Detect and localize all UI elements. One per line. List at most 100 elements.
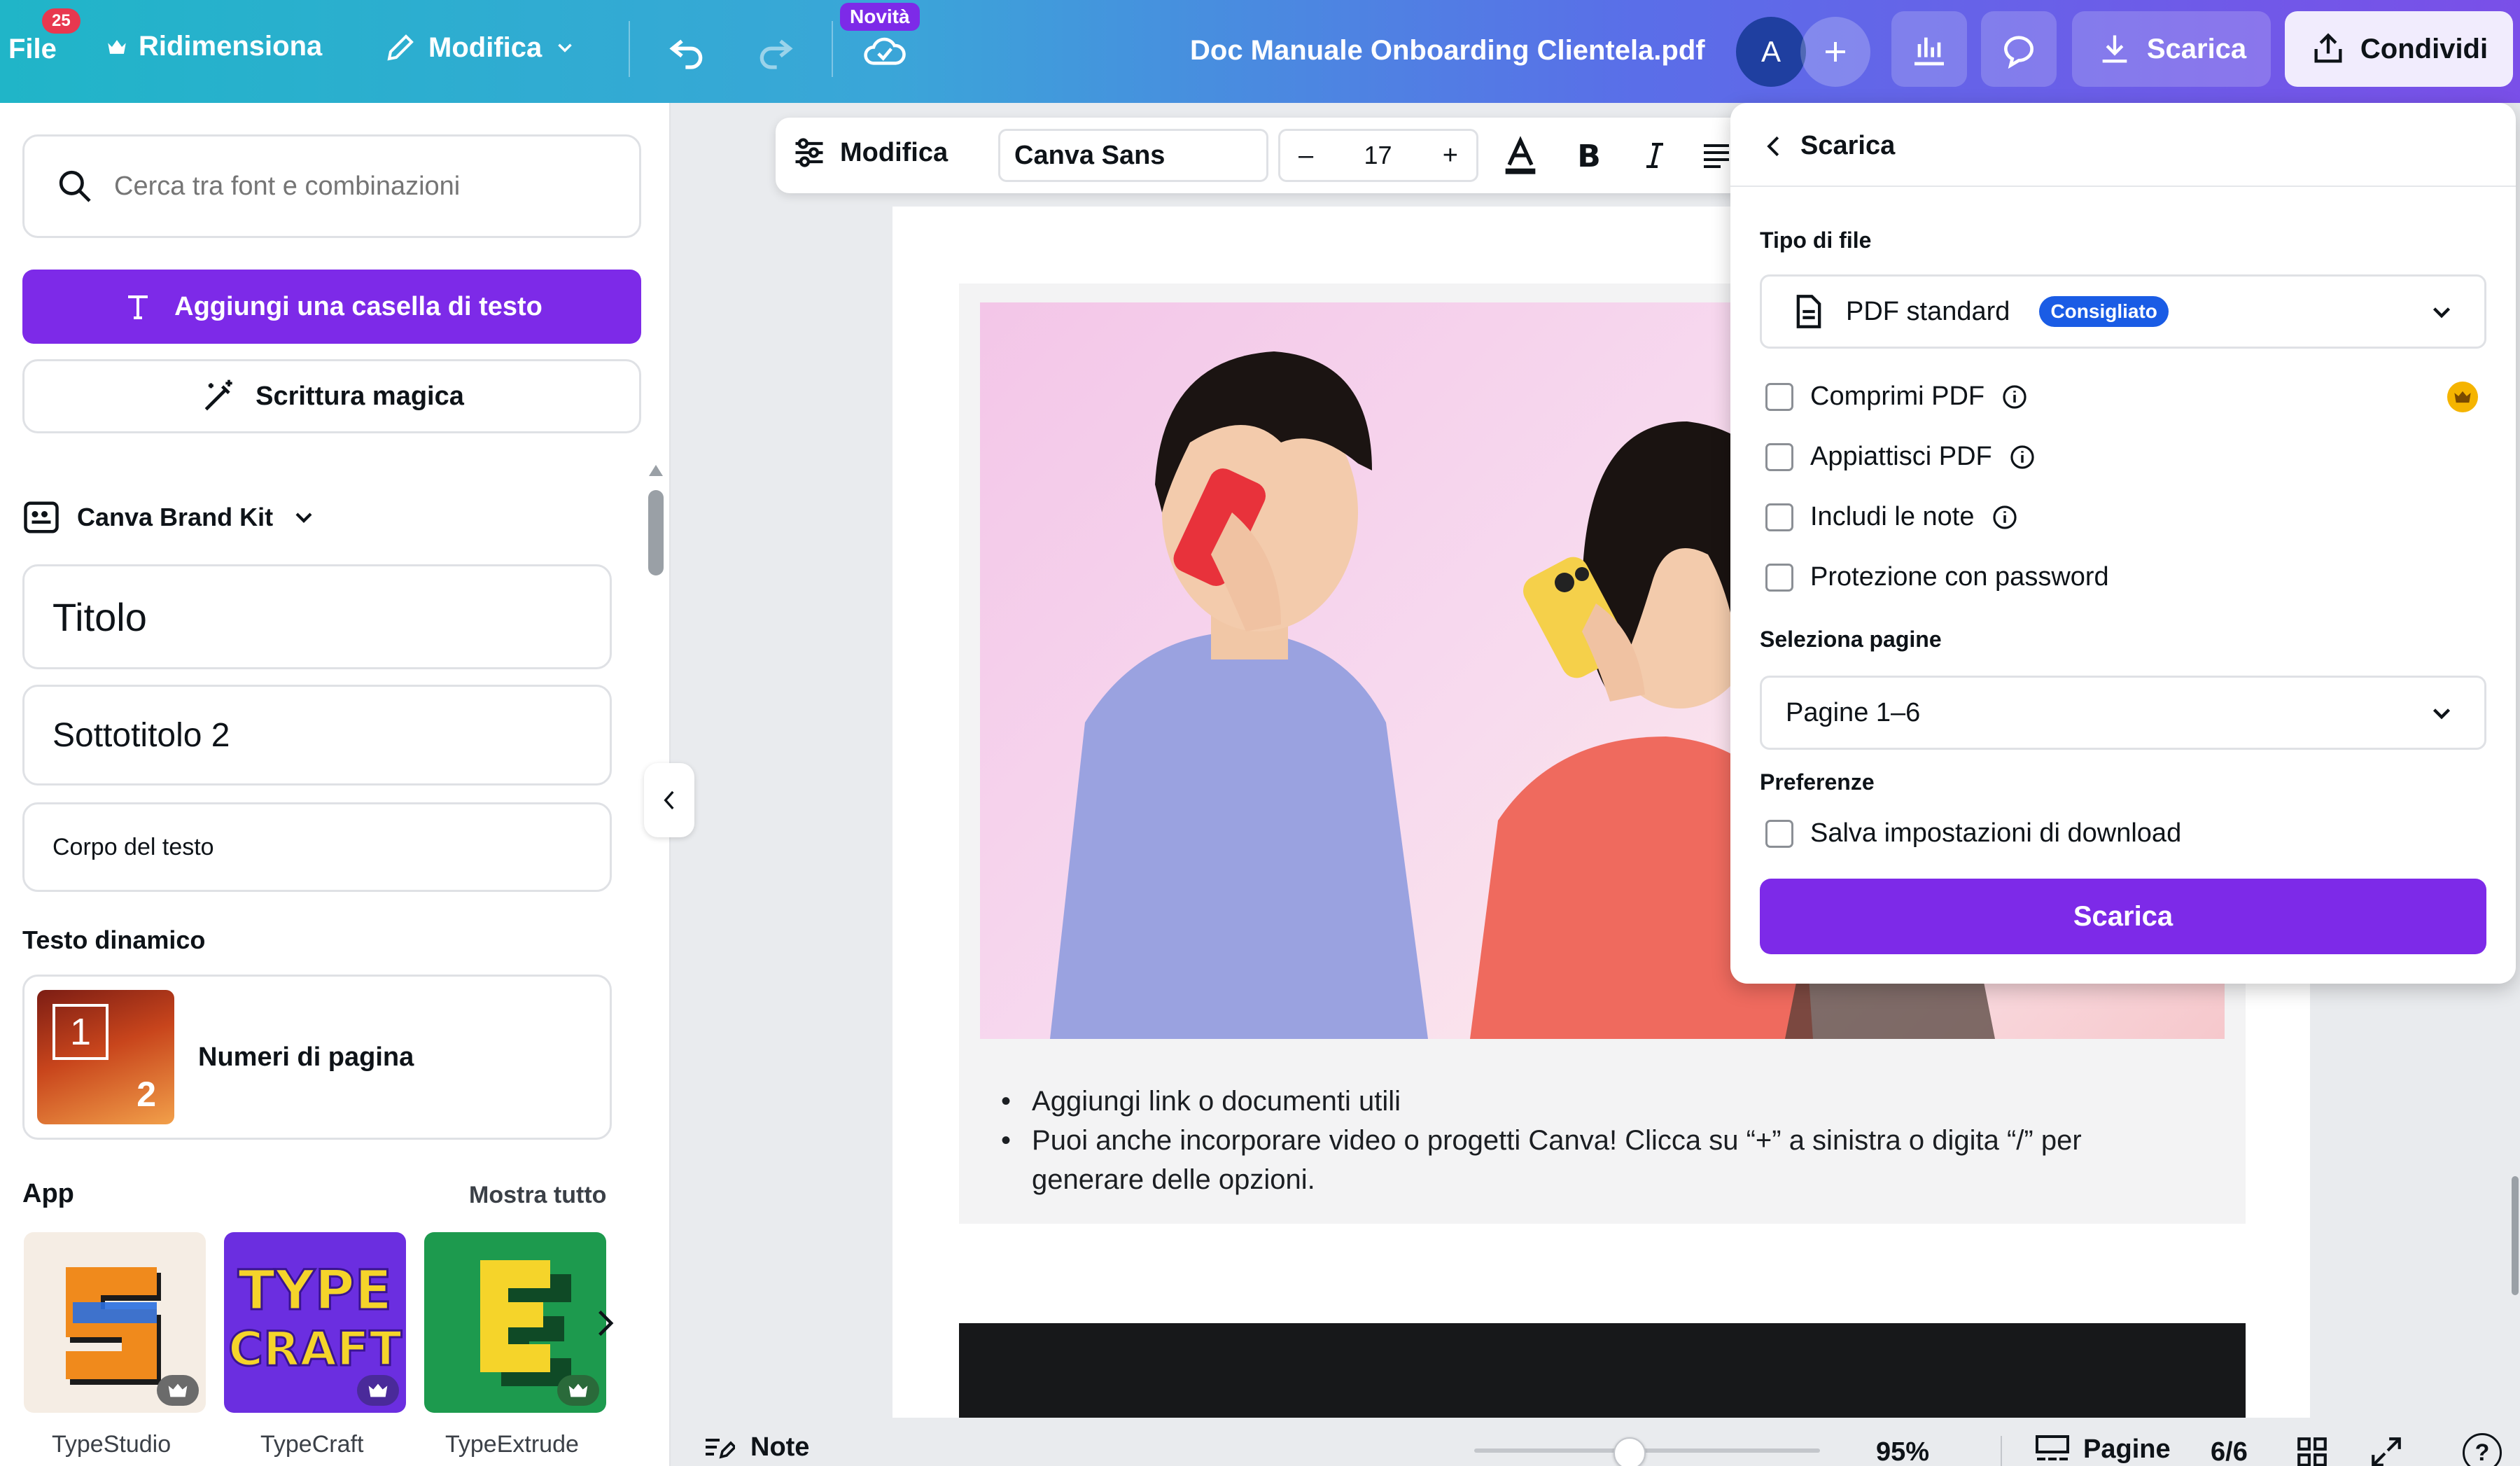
info-icon[interactable] [2001, 384, 2028, 410]
style-subtitle[interactable]: Sottotitolo 2 [22, 685, 612, 786]
divider [2001, 1436, 2002, 1466]
option-include-notes[interactable]: Includi le note [1765, 502, 2018, 532]
document-title[interactable]: Doc Manuale Onboarding Clientela.pdf [1190, 35, 1705, 67]
share-button[interactable]: Condividi [2285, 11, 2513, 87]
edit-menu-button[interactable]: Modifica [384, 31, 577, 64]
insights-button[interactable] [1891, 11, 1967, 87]
file-menu[interactable]: File [8, 34, 57, 65]
option-flatten-pdf[interactable]: Appiattisci PDF [1765, 442, 2036, 472]
redo-icon [752, 28, 797, 73]
canvas-scrollbar[interactable] [2512, 1176, 2519, 1295]
font-family-value: Canva Sans [1014, 140, 1166, 170]
bullet-list[interactable]: • Aggiungi link o documenti utili • Puoi… [1001, 1082, 2233, 1199]
divider [629, 21, 630, 77]
brand-kit-selector[interactable]: Canva Brand Kit [22, 498, 318, 536]
pages-icon [2034, 1433, 2071, 1465]
zoom-slider-track[interactable] [1474, 1448, 1820, 1453]
page-numbers-label: Numeri di pagina [198, 1042, 414, 1072]
chevron-left-icon [1763, 133, 1786, 160]
style-title[interactable]: Titolo [22, 564, 612, 669]
include-notes-checkbox[interactable] [1765, 503, 1793, 531]
app-tile-typecraft[interactable]: TYPE CRAFT [224, 1232, 406, 1413]
new-badge: Novità [840, 3, 920, 31]
info-icon[interactable] [1991, 504, 2018, 531]
comment-icon [1999, 29, 2038, 69]
crown-icon [557, 1375, 599, 1406]
app-name-typecraft: TypeCraft [260, 1431, 364, 1458]
option-compress-pdf[interactable]: Comprimi PDF [1765, 382, 2028, 412]
add-textbox-button[interactable]: Aggiungi una casella di testo [22, 270, 641, 344]
font-size-increase[interactable]: + [1443, 141, 1458, 171]
text-color-icon [1498, 133, 1543, 178]
chevron-down-icon [290, 503, 318, 531]
avatar[interactable]: A [1736, 17, 1806, 87]
include-notes-label: Includi le note [1810, 502, 1975, 531]
notes-button[interactable]: Note [701, 1432, 809, 1462]
show-all-link[interactable]: Mostra tutto [469, 1182, 606, 1209]
sliders-icon [791, 134, 827, 171]
app-name-typestudio: TypeStudio [52, 1431, 172, 1458]
italic-button[interactable] [1638, 139, 1672, 172]
download-submit-button[interactable]: Scarica [1760, 879, 2486, 954]
crown-icon [157, 1375, 199, 1406]
dark-banner-block[interactable] [959, 1323, 2246, 1418]
text-color-button[interactable] [1498, 133, 1543, 178]
font-family-select[interactable]: Canva Sans [998, 129, 1268, 182]
svg-text:TYPE: TYPE [238, 1259, 392, 1322]
redo-button[interactable] [752, 28, 797, 73]
font-size-value[interactable]: 17 [1364, 141, 1392, 170]
font-size-decrease[interactable]: – [1298, 141, 1313, 171]
fullscreen-button[interactable] [2369, 1434, 2404, 1466]
app-tile-typeextrude[interactable] [424, 1232, 606, 1413]
bold-icon: B [1572, 139, 1606, 172]
style-body[interactable]: Corpo del testo [22, 802, 612, 892]
zoom-slider-thumb[interactable] [1614, 1437, 1646, 1466]
collapse-panel-button[interactable] [644, 763, 694, 837]
info-icon[interactable] [2009, 444, 2036, 470]
bold-button[interactable]: B [1572, 139, 1606, 172]
password-protection-checkbox[interactable] [1765, 563, 1793, 592]
toolbar-edit-button[interactable]: Modifica [791, 134, 948, 171]
cloud-saved-button[interactable] [862, 31, 907, 70]
pages-select[interactable]: Pagine 1–6 [1760, 676, 2486, 750]
font-size-stepper[interactable]: – 17 + [1278, 129, 1478, 182]
style-subtitle-label: Sottotitolo 2 [52, 716, 230, 754]
svg-text:CRAFT: CRAFT [228, 1322, 402, 1377]
text-t-icon [121, 290, 155, 323]
search-icon [55, 167, 94, 206]
magic-write-button[interactable]: Scrittura magica [22, 359, 641, 433]
grid-icon [2295, 1434, 2330, 1466]
download-panel-back[interactable]: Scarica [1763, 131, 1895, 161]
align-button[interactable] [1700, 139, 1733, 172]
bar-chart-icon [1910, 29, 1949, 69]
pages-heading: Seleziona pagine [1760, 627, 1942, 652]
option-save-settings[interactable]: Salva impostazioni di download [1765, 818, 2181, 849]
left-panel-scrollbar[interactable] [648, 490, 664, 575]
add-collaborator-button[interactable] [1800, 17, 1870, 87]
download-submit-label: Scarica [2073, 900, 2174, 932]
resize-button[interactable]: Ridimensiona [105, 31, 322, 62]
compress-pdf-checkbox[interactable] [1765, 382, 1793, 411]
option-password-protection[interactable]: Protezione con password [1765, 562, 2109, 592]
apps-next-arrow[interactable] [589, 1304, 620, 1343]
undo-button[interactable] [665, 28, 710, 73]
help-button[interactable]: ? [2463, 1433, 2502, 1466]
search-field[interactable] [22, 134, 641, 238]
comments-button[interactable] [1981, 11, 2057, 87]
search-input[interactable] [114, 171, 632, 202]
app-tile-typestudio[interactable] [24, 1232, 206, 1413]
pages-view-button[interactable]: Pagine [2034, 1433, 2171, 1465]
flatten-pdf-checkbox[interactable] [1765, 442, 1793, 471]
grid-view-button[interactable] [2295, 1434, 2330, 1466]
scroll-up-arrow[interactable] [645, 462, 666, 479]
zoom-value[interactable]: 95% [1876, 1437, 1929, 1466]
download-button[interactable]: Scarica [2072, 11, 2271, 87]
page-numbers-card[interactable]: 1 2 Numeri di pagina [22, 975, 612, 1140]
file-type-select[interactable]: PDF standard Consigliato [1760, 274, 2486, 349]
magic-write-label: Scrittura magica [255, 381, 464, 411]
save-settings-checkbox[interactable] [1765, 819, 1793, 848]
text-toolbar: Modifica Canva Sans – 17 + B [776, 118, 1756, 193]
chevron-down-icon [2427, 699, 2456, 728]
chevron-down-icon [553, 36, 577, 60]
dynamic-text-heading: Testo dinamico [22, 926, 206, 954]
